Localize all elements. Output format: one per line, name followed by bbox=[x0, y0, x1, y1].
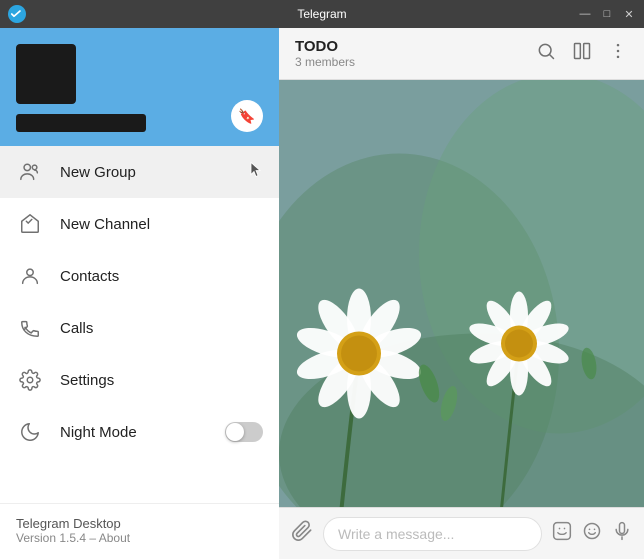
profile-name bbox=[16, 114, 146, 132]
chat-header: TODO 3 members bbox=[279, 28, 644, 80]
new-channel-label: New Channel bbox=[60, 216, 263, 233]
chat-area: TODO 3 members bbox=[279, 28, 644, 559]
window-controls: — □ ✕ bbox=[578, 7, 636, 21]
sidebar-menu: New Group New Channel bbox=[0, 146, 279, 503]
toggle-knob bbox=[226, 423, 244, 441]
calls-icon bbox=[16, 314, 44, 342]
message-placeholder: Write a message... bbox=[338, 526, 454, 542]
group-icon bbox=[16, 158, 44, 186]
columns-button[interactable] bbox=[572, 41, 592, 66]
main-layout: 🔖 New Group bbox=[0, 28, 644, 559]
version-info: Version 1.5.4 – About bbox=[16, 531, 263, 545]
night-mode-label: Night Mode bbox=[60, 424, 225, 441]
night-mode-icon bbox=[16, 418, 44, 446]
close-button[interactable]: ✕ bbox=[622, 7, 636, 21]
avatar bbox=[16, 44, 76, 104]
sidebar-item-new-group[interactable]: New Group bbox=[0, 146, 279, 198]
sidebar-profile-header: 🔖 bbox=[0, 28, 279, 146]
titlebar: Telegram — □ ✕ bbox=[0, 0, 644, 28]
chat-actions bbox=[536, 41, 628, 66]
input-actions bbox=[552, 521, 632, 546]
contacts-icon bbox=[16, 262, 44, 290]
more-button[interactable] bbox=[608, 41, 628, 66]
contacts-label: Contacts bbox=[60, 268, 263, 285]
chat-info: TODO 3 members bbox=[295, 38, 536, 69]
app-logo bbox=[8, 5, 26, 23]
sidebar-item-settings[interactable]: Settings bbox=[0, 354, 279, 406]
search-button[interactable] bbox=[536, 41, 556, 66]
night-mode-toggle[interactable] bbox=[225, 422, 263, 442]
voice-button[interactable] bbox=[612, 521, 632, 546]
emoji-button[interactable] bbox=[582, 521, 602, 546]
saved-messages-button[interactable]: 🔖 bbox=[231, 100, 263, 132]
sticker-button[interactable] bbox=[552, 521, 572, 546]
message-bar: Write a message... bbox=[279, 507, 644, 559]
app-name: Telegram Desktop bbox=[16, 516, 263, 531]
sidebar-item-calls[interactable]: Calls bbox=[0, 302, 279, 354]
chat-title: TODO bbox=[295, 38, 536, 55]
sidebar-footer: Telegram Desktop Version 1.5.4 – About bbox=[0, 503, 279, 559]
minimize-button[interactable]: — bbox=[578, 7, 592, 21]
chat-subtitle: 3 members bbox=[295, 55, 536, 69]
chat-body bbox=[279, 80, 644, 507]
sidebar-item-new-channel[interactable]: New Channel bbox=[0, 198, 279, 250]
window-title: Telegram bbox=[297, 7, 346, 21]
channel-icon bbox=[16, 210, 44, 238]
maximize-button[interactable]: □ bbox=[600, 7, 614, 21]
sidebar: 🔖 New Group bbox=[0, 28, 279, 559]
sidebar-item-contacts[interactable]: Contacts bbox=[0, 250, 279, 302]
settings-icon bbox=[16, 366, 44, 394]
chat-background bbox=[279, 80, 644, 507]
attach-button[interactable] bbox=[291, 520, 313, 548]
message-input[interactable]: Write a message... bbox=[323, 517, 542, 551]
bookmark-icon: 🔖 bbox=[238, 108, 255, 125]
sidebar-item-night-mode[interactable]: Night Mode bbox=[0, 406, 279, 458]
calls-label: Calls bbox=[60, 320, 263, 337]
new-group-label: New Group bbox=[60, 164, 263, 181]
settings-label: Settings bbox=[60, 372, 263, 389]
